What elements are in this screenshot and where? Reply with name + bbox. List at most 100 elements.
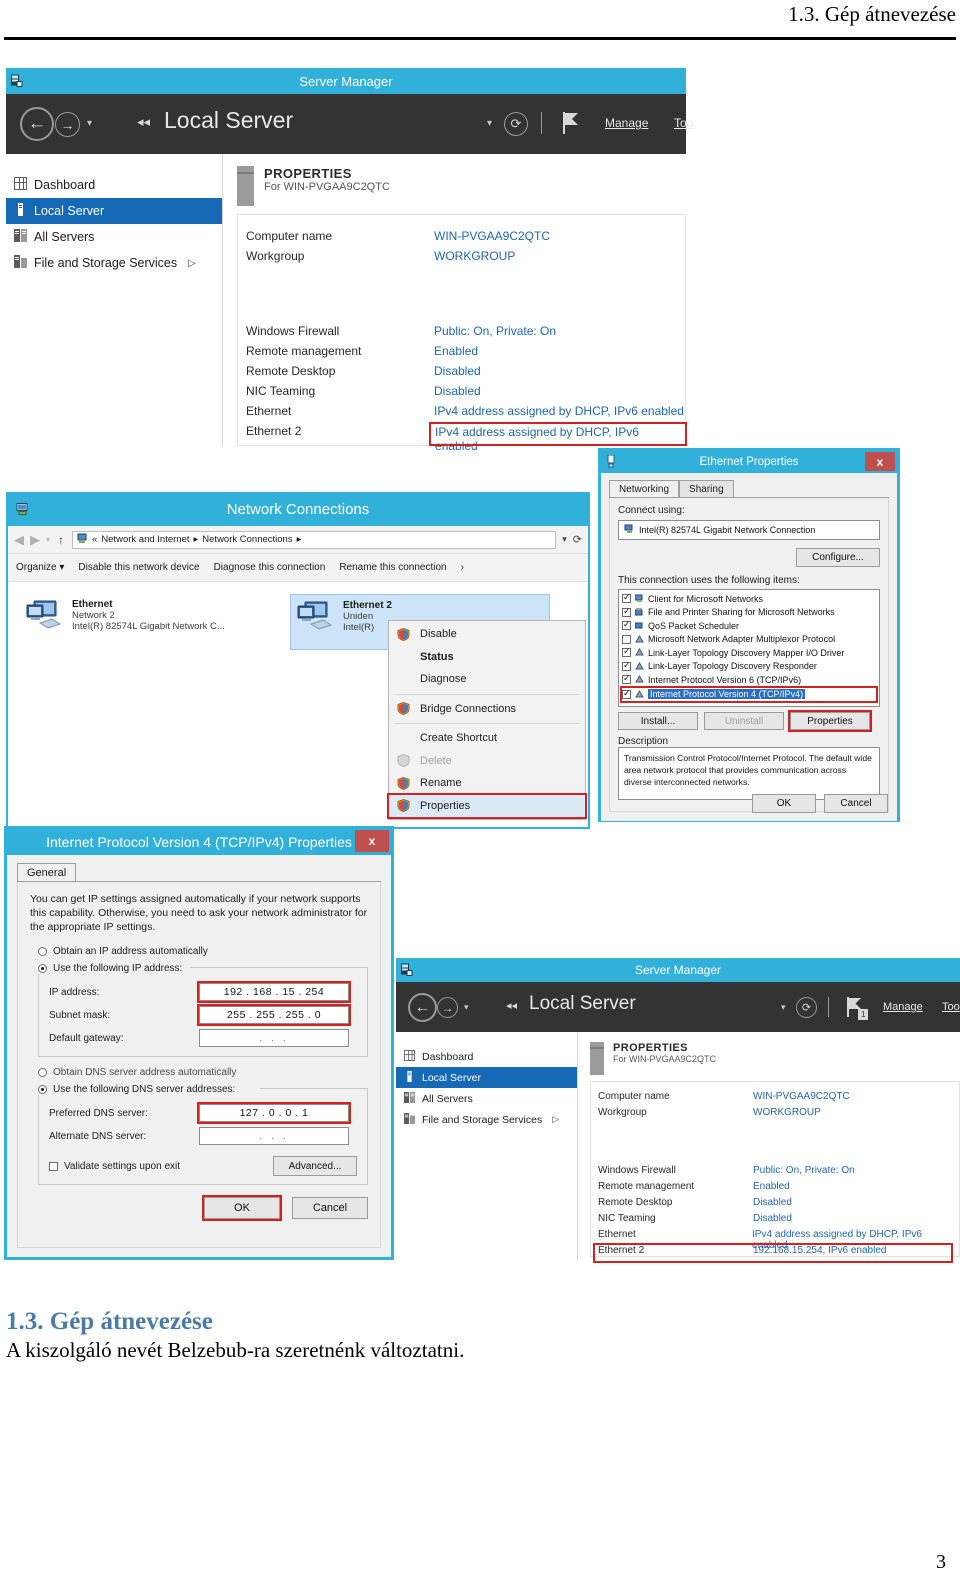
up-icon[interactable]: ↑	[58, 533, 64, 547]
organize-menu[interactable]: Organize ▾	[16, 562, 64, 573]
menu-tools-bottom[interactable]: Too	[942, 1001, 960, 1013]
list-item[interactable]: Client for Microsoft Networks	[622, 592, 876, 606]
radio-use-following-dns[interactable]: Use the following DNS server addresses:	[38, 1084, 260, 1095]
checkbox[interactable]	[622, 660, 631, 671]
forward-button-bottom[interactable]: →	[437, 997, 458, 1018]
property-value[interactable]: WORKGROUP	[753, 1107, 821, 1123]
list-item[interactable]: Link-Layer Topology Discovery Responder	[622, 660, 876, 674]
alternate-dns-input[interactable]: . . .	[199, 1127, 349, 1145]
cmd-overflow-icon[interactable]: ›	[461, 562, 464, 573]
cmd-diagnose-connection[interactable]: Diagnose this connection	[214, 562, 326, 573]
radio-button[interactable]	[38, 1085, 47, 1094]
breadcrumb-crumb-2[interactable]: Network Connections	[202, 534, 292, 545]
advanced-button[interactable]: Advanced...	[273, 1156, 357, 1176]
list-item[interactable]: Internet Protocol Version 6 (TCP/IPv6)	[622, 673, 876, 687]
list-item[interactable]: Link-Layer Topology Discovery Mapper I/O…	[622, 646, 876, 660]
checkbox[interactable]	[622, 606, 631, 617]
sidebar-item-local-server-top[interactable]: Local Server	[6, 198, 222, 224]
breadcrumb-bar[interactable]: « Network and Internet ▸ Network Connect…	[72, 530, 557, 549]
recent-locations-icon[interactable]: ▾	[46, 535, 50, 544]
sidebar-item-file-and-storage-services-top[interactable]: File and Storage Services ▷	[6, 250, 222, 276]
property-value[interactable]: WORKGROUP	[434, 249, 515, 269]
radio-button[interactable]	[38, 964, 47, 973]
context-menu-item-bridge-connections[interactable]: Bridge Connections	[389, 698, 585, 721]
ok-button[interactable]: OK	[202, 1195, 282, 1221]
subnet-mask-input[interactable]: 255 . 255 . 255 . 0	[197, 1004, 351, 1026]
nav-history-dropdown-bottom[interactable]: ▾	[464, 1002, 469, 1013]
property-value[interactable]: Public: On, Private: On	[753, 1165, 855, 1181]
checkbox[interactable]	[622, 688, 631, 699]
property-value[interactable]: 192.168.15.254, IPv6 enabled	[753, 1245, 886, 1261]
context-menu-item-rename[interactable]: Rename	[389, 772, 585, 795]
tab-sharing[interactable]: Sharing	[679, 480, 734, 497]
cancel-button[interactable]: Cancel	[292, 1197, 368, 1219]
refresh-icon-bottom[interactable]: ⟳	[796, 997, 817, 1018]
back-button-bottom[interactable]: ←	[408, 993, 437, 1022]
checkbox[interactable]	[622, 673, 631, 685]
flag-icon-top[interactable]	[562, 111, 580, 140]
property-value[interactable]: Disabled	[753, 1213, 792, 1229]
property-value[interactable]: WIN-PVGAA9C2QTC	[753, 1091, 850, 1107]
back-button-top[interactable]: ←	[20, 107, 54, 141]
configure-button[interactable]: Configure...	[796, 548, 880, 567]
list-item[interactable]: Microsoft Network Adapter Multiplexor Pr…	[622, 633, 876, 647]
toolbar-caret-bottom[interactable]: ▾	[781, 1002, 786, 1013]
breadcrumb-top[interactable]: Local Server	[164, 107, 293, 134]
property-value[interactable]: Enabled	[434, 344, 478, 364]
nav-history-dropdown-top[interactable]: ▾	[87, 118, 92, 129]
menu-tools-top[interactable]: Too	[674, 116, 693, 130]
list-item[interactable]: QoS Packet Scheduler	[622, 619, 876, 633]
ip-address-input[interactable]: 192 . 168 . 15 . 254	[197, 981, 351, 1003]
cmd-disable-device[interactable]: Disable this network device	[78, 562, 199, 573]
collapse-nav-icon-top[interactable]: ◂◂	[137, 114, 150, 130]
default-gateway-input[interactable]: . . .	[199, 1029, 349, 1047]
sidebar-item-all-servers-bottom[interactable]: All Servers	[396, 1088, 577, 1109]
menu-manage-bottom[interactable]: Manage	[883, 1001, 923, 1013]
tab-networking[interactable]: Networking	[609, 480, 680, 497]
list-item-ipv4-selected[interactable]: Internet Protocol Version 4 (TCP/IPv4)	[620, 685, 878, 703]
tab-general[interactable]: General	[17, 863, 77, 881]
refresh-icon-top[interactable]: ⟳	[504, 112, 528, 136]
property-value[interactable]: WIN-PVGAA9C2QTC	[434, 229, 550, 249]
checkbox[interactable]	[622, 646, 631, 658]
checkbox[interactable]	[49, 1161, 58, 1171]
cmd-rename-connection[interactable]: Rename this connection	[339, 562, 446, 573]
radio-obtain-ip-automatically[interactable]: Obtain an IP address automatically	[38, 946, 368, 957]
property-value[interactable]: Enabled	[753, 1181, 790, 1197]
sidebar-item-dashboard-bottom[interactable]: Dashboard	[396, 1046, 577, 1067]
sidebar-item-local-server-bottom[interactable]: Local Server	[396, 1067, 577, 1088]
list-item[interactable]: File and Printer Sharing for Microsoft N…	[622, 606, 876, 620]
collapse-nav-icon-bottom[interactable]: ◂◂	[506, 999, 517, 1012]
sidebar-item-all-servers-top[interactable]: All Servers	[6, 224, 222, 250]
context-menu-item-disable[interactable]: Disable	[389, 623, 585, 646]
radio-obtain-dns-automatically[interactable]: Obtain DNS server address automatically	[38, 1067, 368, 1078]
checkbox[interactable]	[622, 634, 631, 644]
property-value[interactable]: IPv4 address assigned by DHCP, IPv6 enab…	[434, 404, 684, 424]
protocol-items-list[interactable]: Client for Microsoft Networks File and P…	[618, 589, 880, 707]
sidebar-item-file-and-storage-services-bottom[interactable]: File and Storage Services ▷	[396, 1109, 577, 1130]
breadcrumb-bottom[interactable]: Local Server	[529, 993, 636, 1015]
menu-manage-top[interactable]: Manage	[605, 116, 648, 130]
radio-button[interactable]	[38, 947, 47, 956]
property-value[interactable]: Disabled	[434, 364, 481, 384]
radio-use-following-ip[interactable]: Use the following IP address:	[38, 963, 190, 974]
close-icon[interactable]: x	[865, 452, 895, 471]
ok-button[interactable]: OK	[752, 794, 816, 813]
sidebar-item-dashboard-top[interactable]: Dashboard	[6, 172, 222, 198]
properties-button[interactable]: Properties	[788, 710, 872, 732]
back-circle-icon[interactable]: ◀	[14, 532, 24, 548]
forward-button-top[interactable]: →	[55, 112, 80, 137]
preferred-dns-input[interactable]: 127 . 0 . 0 . 1	[197, 1102, 351, 1124]
context-menu-item-properties[interactable]: Properties	[387, 792, 587, 819]
property-value[interactable]: Public: On, Private: On	[434, 324, 556, 344]
cancel-button[interactable]: Cancel	[824, 794, 888, 813]
toolbar-caret-top[interactable]: ▾	[487, 118, 492, 129]
close-icon[interactable]: x	[355, 830, 389, 852]
context-menu-item-create-shortcut[interactable]: Create Shortcut	[389, 727, 585, 750]
refresh-icon[interactable]: ⟳	[573, 533, 582, 546]
connection-item-ethernet[interactable]: Ethernet Network 2 Intel(R) 82574L Gigab…	[20, 594, 290, 825]
breadcrumb-crumb-1[interactable]: Network and Internet	[101, 534, 189, 545]
radio-button[interactable]	[38, 1068, 47, 1077]
install-button[interactable]: Install...	[618, 712, 698, 730]
checkbox[interactable]	[622, 592, 631, 604]
